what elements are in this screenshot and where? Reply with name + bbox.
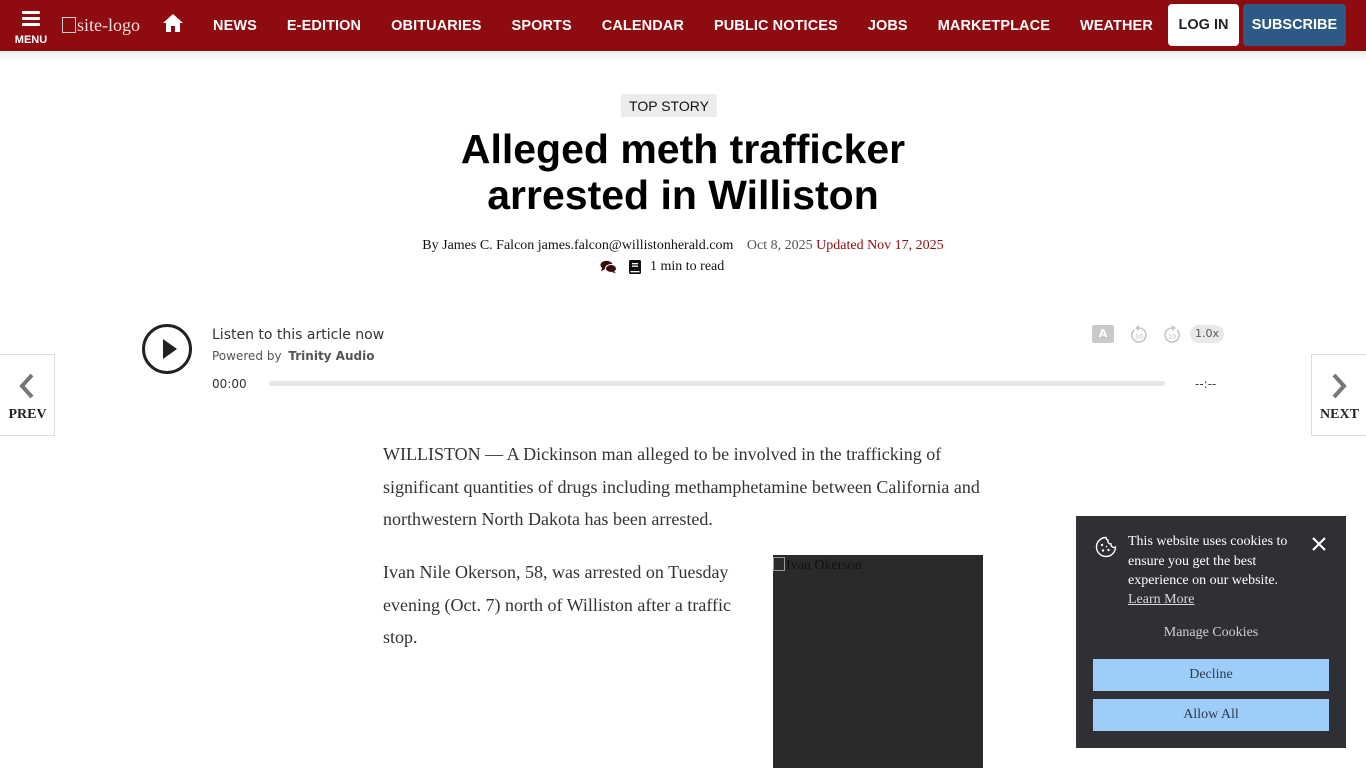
nav-link-jobs[interactable]: JOBS [853,18,923,34]
close-icon[interactable] [1311,536,1327,552]
site-logo[interactable]: site-logo [62,15,140,36]
nav-link-e-edition[interactable]: E-EDITION [272,18,376,34]
rewind-seconds: 10 [1135,333,1143,341]
article-paragraph: Ivan Nile Okerson, 58, was arrested on T… [383,562,731,647]
progress-bar[interactable] [269,381,1165,386]
nav-shadow [0,51,1366,61]
byline: By James C. Falcon james.falcon@willisto… [0,238,1366,254]
nav-link-weather[interactable]: WEATHER [1065,18,1168,34]
nav-links: NEWS E-EDITION OBITUARIES SPORTS CALENDA… [198,0,1168,51]
nav-link-marketplace[interactable]: MARKETPLACE [923,18,1065,34]
chevron-right-icon [1332,373,1347,399]
nav-link-obituaries[interactable]: OBITUARIES [376,18,496,34]
menu-button[interactable]: MENU [10,6,52,48]
manage-cookies-link[interactable]: Manage Cookies [1076,625,1346,641]
current-time: 00:00 [212,377,247,391]
menu-label: MENU [14,34,48,46]
next-label: NEXT [1320,407,1359,422]
powered-by: Powered by Trinity Audio [212,349,374,363]
top-navigation-bar: MENU site-logo NEWS E-EDITION OBITUARIES… [0,0,1366,51]
playback-speed-button[interactable]: 1.0x [1190,325,1224,343]
broken-image-icon [773,557,785,571]
article-photo[interactable]: Ivan Okerson [773,555,983,768]
prev-label: PREV [8,407,47,422]
listen-label: Listen to this article now [212,327,385,343]
prev-article-button[interactable]: PREV [0,354,55,436]
headline-line-1: Alleged meth trafficker [460,126,906,172]
home-icon[interactable] [162,13,184,33]
nav-link-public-notices[interactable]: PUBLIC NOTICES [699,18,853,34]
login-button[interactable]: LOG IN [1168,4,1239,46]
updated-date: Updated Nov 17, 2025 [816,238,944,253]
provider-link[interactable]: Trinity Audio [288,349,374,363]
nav-link-news[interactable]: NEWS [198,18,272,34]
article-paragraph: WILLISTON — A Dickinson man alleged to b… [383,444,980,529]
allow-all-button[interactable]: Allow All [1093,699,1329,731]
forward-seconds: 10 [1168,333,1176,341]
photo-alt-text: Ivan Okerson [786,558,862,573]
chevron-left-icon [19,373,34,399]
nav-link-calendar[interactable]: CALENDAR [587,18,699,34]
play-button[interactable] [142,324,192,374]
translate-icon[interactable]: A [1092,325,1114,343]
next-article-button[interactable]: NEXT [1311,354,1366,436]
read-time: 1 min to read [650,259,725,274]
forward-icon[interactable]: 10 [1162,325,1182,345]
duration: --:-- [1195,377,1217,391]
rewind-icon[interactable]: 10 [1129,325,1149,345]
broken-image-icon [62,17,76,33]
subscribe-button[interactable]: SUBSCRIBE [1243,4,1346,46]
audio-player: Listen to this article now Powered by Tr… [140,320,1230,400]
photo-alt: Ivan Okerson [773,557,862,574]
learn-more-link[interactable]: Learn More [1128,592,1194,608]
decline-button[interactable]: Decline [1093,659,1329,691]
play-icon [163,339,177,359]
cookie-banner: This website uses cookies to ensure you … [1076,516,1346,748]
nav-link-sports[interactable]: SPORTS [497,18,587,34]
site-logo-alt: site-logo [77,15,140,35]
comments-icon[interactable] [600,260,617,274]
category-badge[interactable]: TOP STORY [621,94,717,117]
headline-line-2: arrested in Williston [487,172,879,218]
cookie-message: This website uses cookies to ensure you … [1128,534,1288,588]
publish-date: Oct 8, 2025 [746,238,813,253]
book-icon [629,260,641,274]
article-meta: 1 min to read [600,258,724,276]
cookie-icon [1095,536,1117,558]
powered-by-label: Powered by [212,349,282,363]
headline: Alleged meth trafficker arrested in Will… [383,126,983,218]
author-byline[interactable]: By James C. Falcon james.falcon@willisto… [422,238,733,253]
hamburger-icon [22,11,40,26]
